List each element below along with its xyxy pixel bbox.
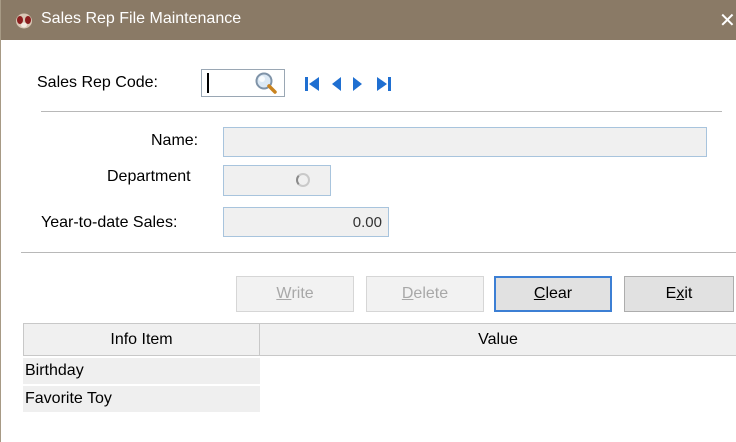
department-label: Department bbox=[107, 168, 191, 185]
loading-spinner-icon bbox=[296, 173, 310, 187]
title-bar[interactable]: Sales Rep File Maintenance ✕ bbox=[1, 0, 736, 40]
last-record-icon[interactable] bbox=[373, 75, 393, 93]
sales-rep-window: Sales Rep File Maintenance ✕ Sales Rep C… bbox=[0, 0, 736, 442]
column-header-info-item[interactable]: Info Item bbox=[23, 323, 260, 356]
app-icon bbox=[16, 13, 32, 29]
info-grid: Info Item Value Birthday Favorite Toy bbox=[23, 323, 736, 415]
write-button[interactable]: Write bbox=[236, 276, 354, 312]
close-icon[interactable]: ✕ bbox=[719, 8, 736, 33]
first-record-icon[interactable] bbox=[303, 75, 323, 93]
clear-button[interactable]: Clear bbox=[494, 276, 612, 312]
department-field[interactable] bbox=[223, 165, 331, 196]
table-row-item[interactable]: Favorite Toy bbox=[23, 386, 260, 412]
name-label: Name: bbox=[151, 132, 199, 149]
text-caret bbox=[207, 73, 209, 93]
form-divider bbox=[21, 252, 736, 253]
window-title: Sales Rep File Maintenance bbox=[41, 10, 242, 27]
ytd-sales-field[interactable] bbox=[223, 207, 389, 237]
name-field[interactable] bbox=[223, 127, 707, 157]
column-header-value[interactable]: Value bbox=[259, 323, 736, 356]
ytd-sales-label: Year-to-date Sales: bbox=[41, 214, 178, 231]
search-icon[interactable] bbox=[253, 70, 279, 96]
exit-button[interactable]: Ex it bbox=[624, 276, 734, 312]
table-row-item[interactable]: Birthday bbox=[23, 358, 260, 384]
table-row-value[interactable] bbox=[260, 386, 736, 412]
previous-record-icon[interactable] bbox=[327, 75, 347, 93]
header-divider bbox=[41, 111, 722, 112]
table-row-value[interactable] bbox=[260, 358, 736, 384]
sales-rep-code-label: Sales Rep Code: bbox=[37, 74, 158, 91]
next-record-icon[interactable] bbox=[347, 75, 367, 93]
delete-button[interactable]: Delete bbox=[366, 276, 484, 312]
